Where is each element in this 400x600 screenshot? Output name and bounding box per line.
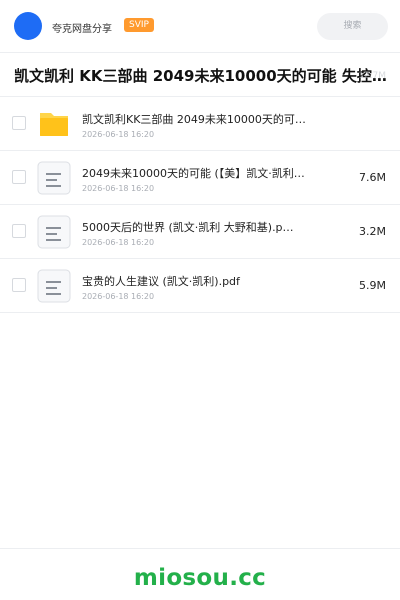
- uploader-name: 夸克网盘分享: [52, 24, 112, 35]
- share-header: 夸克网盘分享 SVIP 搜索: [0, 0, 400, 53]
- file-name: 宝贵的人生建议 (凯文·凯利).pdf: [82, 275, 240, 288]
- select-checkbox[interactable]: [12, 278, 26, 292]
- file-name: 凯文凯利KK三部曲 2049未来10000天的可能…: [82, 113, 310, 126]
- file-date: 2026-06-18 16:20: [82, 130, 155, 139]
- file-name: 2049未来10000天的可能 (【美】凯文·凯利…: [82, 167, 305, 180]
- select-checkbox[interactable]: [12, 170, 26, 184]
- list-item[interactable]: 2049未来10000天的可能 (【美】凯文·凯利… 2026-06-18 16…: [0, 151, 400, 205]
- list-item[interactable]: 宝贵的人生建议 (凯文·凯利).pdf 2026-06-18 16:20 5.9…: [0, 259, 400, 313]
- document-icon: [37, 215, 71, 249]
- file-size: 7.6M: [359, 171, 386, 184]
- select-checkbox[interactable]: [12, 116, 26, 130]
- file-date: 2026-06-18 16:20: [82, 238, 155, 247]
- document-icon: [37, 269, 71, 303]
- total-size: 12.7M: [358, 71, 386, 81]
- file-size: 3.2M: [359, 225, 386, 238]
- share-title-row: 凯文凯利 KK三部曲 2049未来10000天的可能 失控50… 12.7M: [0, 53, 400, 97]
- avatar[interactable]: [14, 12, 42, 40]
- select-checkbox[interactable]: [12, 224, 26, 238]
- file-date: 2026-06-18 16:20: [82, 292, 155, 301]
- list-item[interactable]: 凯文凯利KK三部曲 2049未来10000天的可能… 2026-06-18 16…: [0, 97, 400, 151]
- document-icon: [37, 161, 71, 195]
- site-brand[interactable]: miosou.cc: [0, 565, 400, 591]
- file-name: 5000天后的世界 (凯文·凯利 大野和基).p…: [82, 221, 294, 234]
- folder-icon: [40, 113, 68, 136]
- search-button[interactable]: 搜索: [317, 13, 388, 40]
- list-item[interactable]: 5000天后的世界 (凯文·凯利 大野和基).p… 2026-06-18 16:…: [0, 205, 400, 259]
- file-size: 5.9M: [359, 279, 386, 292]
- file-date: 2026-06-18 16:20: [82, 184, 155, 193]
- page-title: 凯文凯利 KK三部曲 2049未来10000天的可能 失控50…: [14, 67, 388, 85]
- svip-badge: SVIP: [124, 18, 154, 32]
- footer-bar: miosou.cc: [0, 548, 400, 600]
